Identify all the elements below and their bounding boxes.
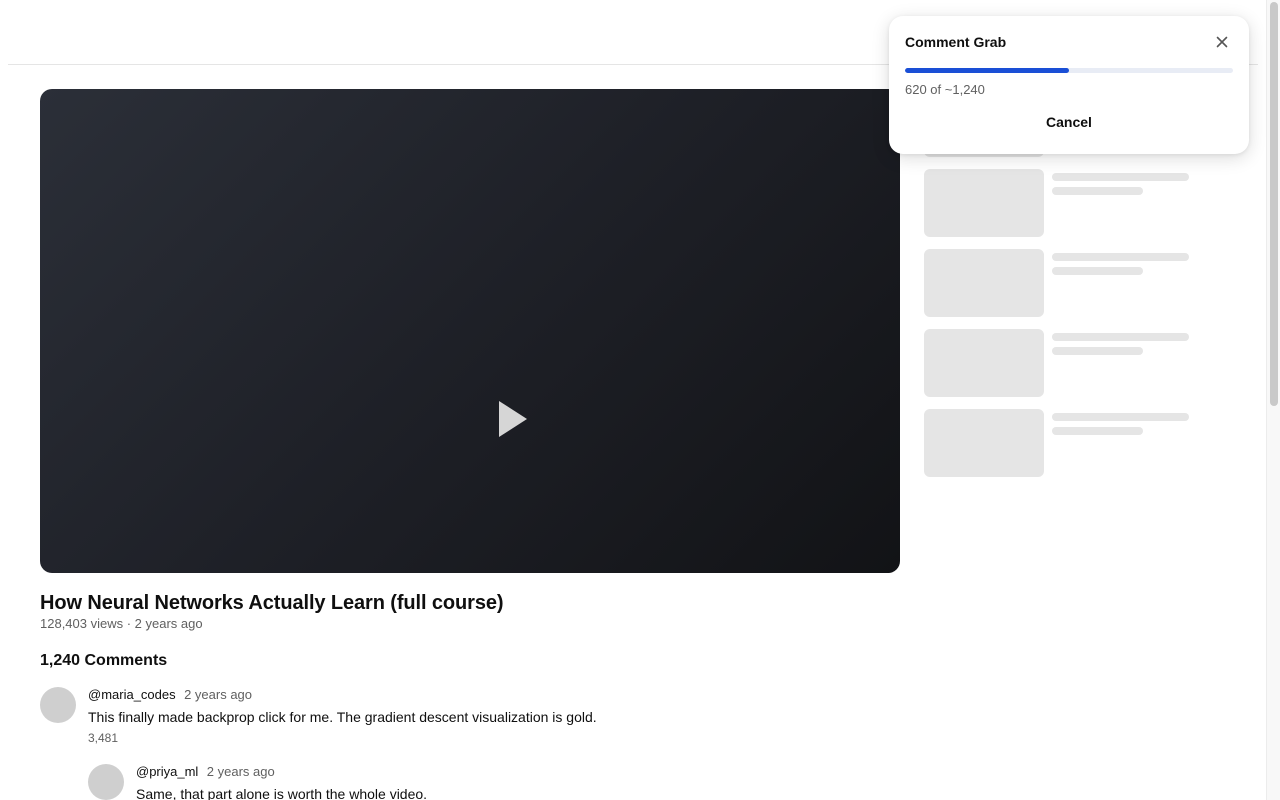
scrollbar[interactable]: [1266, 0, 1280, 800]
comment-time[interactable]: 2 years ago: [184, 687, 252, 702]
popup-title: Comment Grab: [905, 34, 1007, 50]
scrollbar-thumb[interactable]: [1270, 2, 1278, 406]
comment-likes: 3,481: [88, 731, 119, 745]
cancel-button[interactable]: Cancel: [905, 112, 1233, 132]
comment-header: @maria_codes 2 years ago: [88, 687, 252, 703]
reply-text: Same, that part alone is worth the whole…: [136, 786, 428, 800]
close-icon[interactable]: [1213, 33, 1231, 51]
thumbnail-placeholder: [924, 249, 1044, 317]
sidebar-video-placeholder[interactable]: [924, 249, 1194, 317]
play-icon[interactable]: [499, 401, 527, 437]
avatar[interactable]: [40, 687, 76, 723]
sidebar-video-placeholder[interactable]: [924, 169, 1194, 237]
title-placeholder: [1052, 253, 1189, 261]
title-placeholder: [1052, 333, 1189, 341]
reply-time[interactable]: 2 years ago: [207, 764, 275, 779]
sidebar-video-placeholder[interactable]: [924, 409, 1194, 477]
progress-fill: [905, 68, 1069, 73]
reply-header: @priya_ml 2 years ago: [136, 764, 275, 780]
meta-placeholder: [1052, 267, 1143, 275]
comment-author[interactable]: @maria_codes: [88, 687, 176, 702]
video-player[interactable]: [40, 89, 900, 573]
title-placeholder: [1052, 413, 1189, 421]
page: How Neural Networks Actually Learn (full…: [0, 0, 1280, 800]
meta-placeholder: [1052, 427, 1143, 435]
avatar[interactable]: [88, 764, 124, 800]
thumbnail-placeholder: [924, 329, 1044, 397]
progress-bar: [905, 68, 1233, 73]
meta-placeholder: [1052, 347, 1143, 355]
progress-text: 620 of ~1,240: [905, 82, 985, 97]
comment: @maria_codes 2 years ago This finally ma…: [40, 687, 900, 747]
video-meta: 128,403 views · 2 years ago: [40, 616, 203, 631]
reply: @priya_ml 2 years ago Same, that part al…: [88, 764, 900, 800]
sidebar-video-placeholder[interactable]: [924, 329, 1194, 397]
video-title: How Neural Networks Actually Learn (full…: [40, 592, 504, 614]
thumbnail-placeholder: [924, 409, 1044, 477]
comment-text: This finally made backprop click for me.…: [88, 709, 597, 725]
thumbnail-placeholder: [924, 169, 1044, 237]
comment-grab-popup: Comment Grab 620 of ~1,240 Cancel: [889, 16, 1249, 154]
reply-author[interactable]: @priya_ml: [136, 764, 198, 779]
title-placeholder: [1052, 173, 1189, 181]
comments-count: 1,240 Comments: [40, 652, 168, 669]
meta-placeholder: [1052, 187, 1143, 195]
